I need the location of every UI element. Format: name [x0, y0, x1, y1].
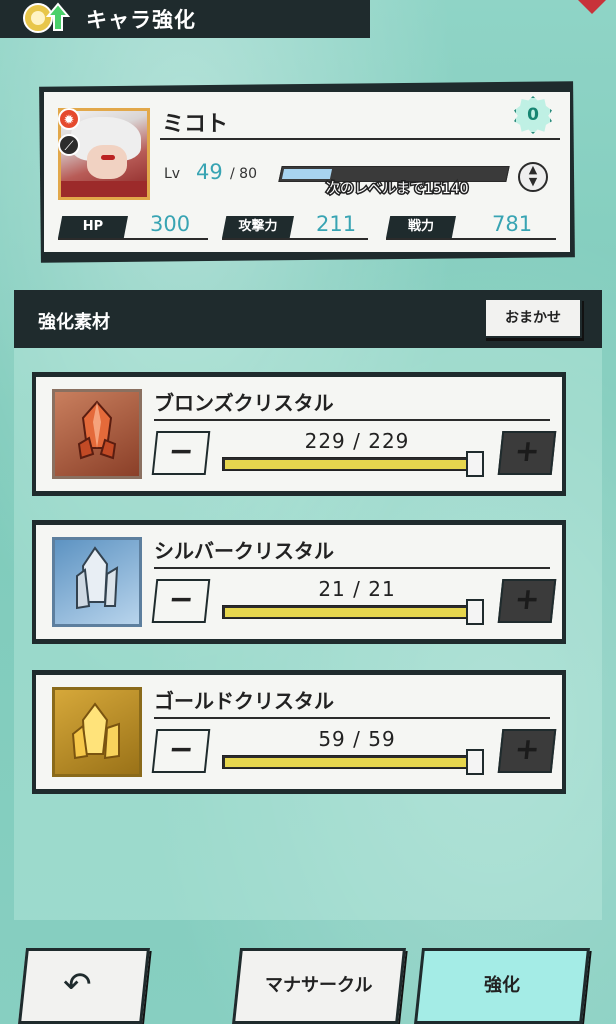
divider	[222, 238, 368, 240]
decrease-button[interactable]: −	[151, 579, 211, 623]
character-name: ミコト	[162, 112, 229, 137]
gold-crystal-icon	[52, 687, 142, 777]
material-count: 21 / 21	[318, 577, 396, 601]
slider-handle[interactable]	[466, 451, 484, 477]
auto-select-button[interactable]: おまかせ	[484, 298, 582, 338]
back-button[interactable]: ↶	[18, 948, 150, 1024]
exp-to-next-level: 次のレベルまで15140	[325, 180, 471, 199]
quantity-slider[interactable]	[222, 755, 484, 769]
material-name: ゴールドクリスタル	[154, 689, 334, 713]
quantity-slider[interactable]	[222, 457, 484, 471]
stat-power-label: 戦力	[386, 216, 456, 238]
quantity-slider[interactable]	[222, 605, 484, 619]
increase-button[interactable]: +	[497, 431, 557, 475]
page-title: キャラ強化	[86, 8, 196, 32]
increase-button[interactable]: +	[497, 729, 557, 773]
stat-attack-label: 攻撃力	[222, 216, 294, 238]
divider	[160, 138, 560, 140]
divider	[58, 238, 208, 240]
slider-fill	[225, 758, 483, 767]
stat-hp-label: HP	[58, 216, 128, 238]
decrease-button[interactable]: −	[151, 729, 211, 773]
stat-attack-value: 211	[316, 212, 357, 236]
material-count: 59 / 59	[318, 727, 396, 751]
upgrade-label: 強化	[484, 975, 520, 996]
level-current: 49	[196, 160, 223, 184]
mana-circle-button[interactable]: マナサークル	[232, 948, 406, 1024]
material-name: シルバークリスタル	[154, 539, 334, 563]
level-label: Lv	[164, 166, 181, 182]
material-count: 229 / 229	[304, 429, 410, 453]
material-card-bronze: ブロンズクリスタル − 229 / 229 +	[32, 372, 566, 496]
bronze-crystal-icon	[52, 389, 142, 479]
materials-panel-title: 強化素材	[38, 312, 110, 333]
divider	[154, 567, 550, 569]
back-arrow-icon: ↶	[63, 965, 92, 1005]
slider-handle[interactable]	[466, 749, 484, 775]
upgrade-button[interactable]: 強化	[414, 948, 590, 1024]
decrease-button[interactable]: −	[151, 431, 211, 475]
slider-fill	[225, 460, 483, 469]
level-max: / 80	[230, 166, 257, 182]
material-card-gold: ゴールドクリスタル − 59 / 59 +	[32, 670, 566, 794]
exp-bar-fill	[281, 169, 333, 179]
divider	[386, 238, 556, 240]
level-toggle-icon[interactable]: ▲ ▼	[518, 162, 548, 192]
mana-circle-label: マナサークル	[265, 975, 373, 996]
slider-handle[interactable]	[466, 599, 484, 625]
fire-element-icon: ✹	[58, 108, 80, 130]
increase-button[interactable]: +	[497, 579, 557, 623]
sword-weapon-icon: ⟋	[58, 134, 80, 156]
silver-crystal-icon	[52, 537, 142, 627]
stat-hp-value: 300	[150, 212, 191, 236]
material-name: ブロンズクリスタル	[154, 391, 334, 415]
stat-power-value: 781	[492, 212, 533, 236]
slider-fill	[225, 608, 483, 617]
material-card-silver: シルバークリスタル − 21 / 21 +	[32, 520, 566, 644]
divider	[154, 717, 550, 719]
divider	[154, 419, 550, 421]
character-upgrade-icon	[23, 2, 71, 33]
notification-badge-icon[interactable]	[578, 0, 606, 14]
